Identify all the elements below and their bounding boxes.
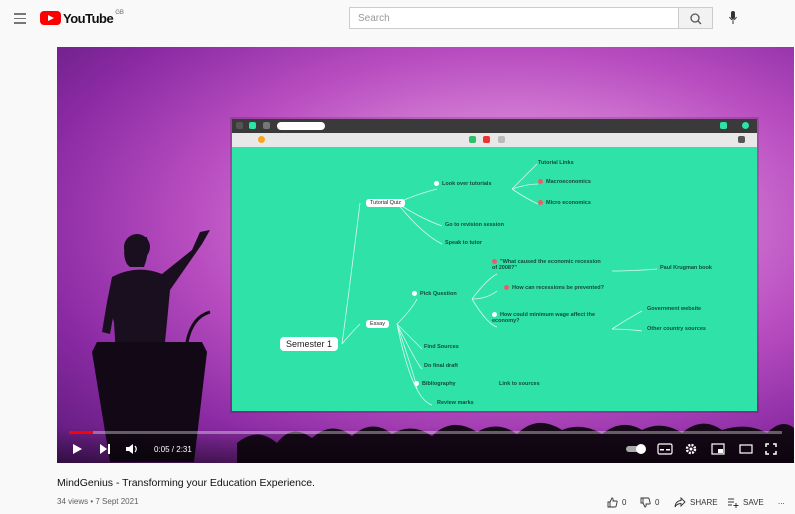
node-speak-to-tutor: Speak to tutor — [445, 240, 482, 246]
node-look-over-tutorials: Look over tutorials — [434, 181, 492, 187]
share-button[interactable]: SHARE — [674, 497, 718, 508]
more-actions-icon: ... — [778, 497, 785, 506]
search-placeholder: Search — [358, 13, 390, 24]
search-button[interactable] — [679, 7, 713, 29]
menu-icon[interactable] — [14, 13, 26, 24]
autoplay-toggle-icon[interactable] — [625, 443, 647, 455]
microphone-icon[interactable] — [728, 10, 738, 26]
video-meta: 34 views • 7 Sept 2021 — [57, 497, 139, 506]
settings-icon[interactable] — [685, 443, 697, 455]
node-micro-economics: Micro economics — [538, 200, 591, 206]
like-button[interactable]: 0 — [607, 497, 626, 508]
node-link-sources: Link to sources — [499, 381, 540, 387]
logo-text: YouTube — [63, 10, 114, 26]
node-paul-krugman: Paul Krugman book — [660, 265, 712, 271]
projected-screen: Semester 1 Tutorial Quiz Look over tutor… — [232, 119, 757, 411]
dislike-count: 0 — [655, 498, 660, 507]
subtitles-icon[interactable] — [657, 443, 673, 455]
progress-bar[interactable] — [69, 431, 782, 434]
more-actions-button[interactable]: ... — [778, 497, 785, 506]
save-label: SAVE — [743, 498, 764, 507]
node-q-prevented: How can recessions be prevented? — [504, 285, 604, 291]
node-bibliography: Bibliography — [414, 381, 456, 387]
node-review-marks: Review marks — [437, 400, 474, 406]
fullscreen-icon[interactable] — [765, 443, 777, 455]
miniplayer-icon[interactable] — [711, 443, 725, 455]
share-icon — [674, 497, 686, 508]
search-input[interactable]: Search — [349, 7, 679, 29]
youtube-logo[interactable]: YouTube GB — [40, 10, 124, 26]
youtube-play-icon — [40, 11, 61, 25]
node-macroeconomics: Macroeconomics — [538, 179, 591, 185]
volume-icon[interactable] — [125, 443, 139, 455]
node-find-sources: Find Sources — [424, 344, 459, 350]
node-pick-question: Pick Question — [412, 291, 457, 297]
thumbs-down-icon — [640, 497, 651, 508]
node-q-min-wage: How could minimum wage affect the econom… — [492, 312, 596, 324]
node-essay: Essay — [366, 320, 389, 328]
node-tutorial-quiz: Tutorial Quiz — [366, 199, 405, 207]
next-icon[interactable] — [99, 443, 111, 455]
progress-fill — [69, 431, 93, 434]
node-gov-website: Government website — [647, 306, 702, 312]
node-q-recession: "What caused the economic recession of 2… — [492, 259, 601, 271]
time-display: 0:05 / 2:31 — [154, 445, 192, 454]
play-icon[interactable] — [71, 443, 83, 455]
save-button[interactable]: SAVE — [727, 497, 764, 508]
node-final-draft: Do final draft — [424, 363, 458, 369]
theater-mode-icon[interactable] — [739, 443, 753, 455]
mindmap-root: Semester 1 — [280, 337, 339, 351]
dislike-button[interactable]: 0 — [640, 497, 659, 508]
node-other-country: Other country sources — [647, 326, 706, 332]
thumbs-up-icon — [607, 497, 618, 508]
like-count: 0 — [622, 498, 627, 507]
playlist-add-icon — [728, 498, 739, 508]
video-player[interactable]: Semester 1 Tutorial Quiz Look over tutor… — [57, 47, 794, 463]
masthead: YouTube GB Search — [0, 0, 795, 38]
share-label: SHARE — [690, 498, 718, 507]
node-tutorial-links: Tutorial Links — [538, 160, 574, 166]
logo-suffix: GB — [115, 10, 124, 16]
video-title: MindGenius - Transforming your Education… — [57, 477, 315, 489]
node-revision-session: Go to revision session — [445, 222, 504, 228]
search-icon — [690, 13, 702, 25]
